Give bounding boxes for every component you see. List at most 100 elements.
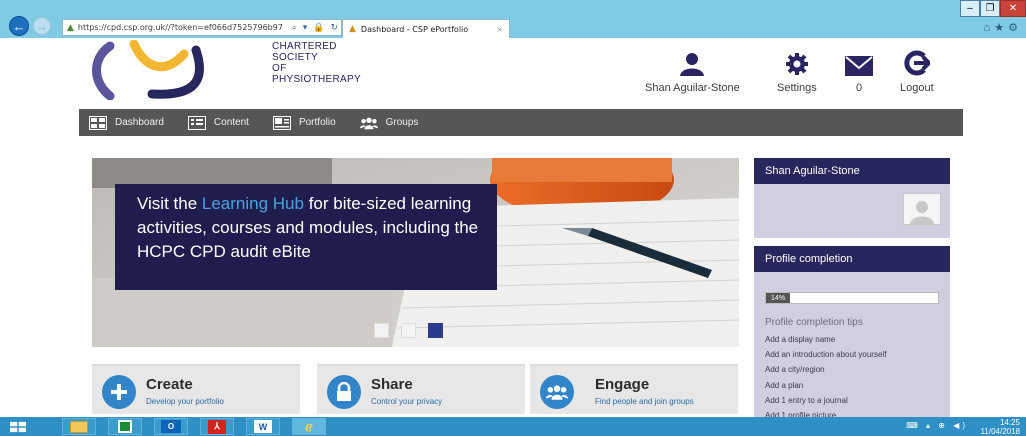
nav-item-groups[interactable]: Groups xyxy=(359,116,419,130)
settings-link[interactable]: Settings xyxy=(777,48,817,94)
tip-item[interactable]: Add 1 entry to a journal xyxy=(765,393,886,408)
back-button[interactable]: ← xyxy=(9,16,29,36)
windows-taskbar: O ⅄ W ℯ ⌨ ▴ ⊕ ◀) 14:25 11/04/2018 xyxy=(0,417,1026,436)
envelope-icon xyxy=(845,48,873,76)
user-panel: Shan Aguilar-Stone xyxy=(754,158,950,238)
content-icon xyxy=(187,115,206,130)
browser-chrome: ← → ▲ https://cpd.csp.org.uk//?token=ef0… xyxy=(0,0,1026,38)
avatar[interactable] xyxy=(903,193,941,225)
clock-time: 14:25 xyxy=(999,418,1020,427)
close-window-button[interactable]: ✕ xyxy=(1000,0,1026,17)
carousel-dot[interactable] xyxy=(374,323,389,338)
folder-icon xyxy=(70,420,88,433)
people-icon xyxy=(540,375,574,409)
plus-icon xyxy=(102,375,136,409)
logout-link[interactable]: Logout xyxy=(900,48,934,94)
tips-list: Add a display name Add an introduction a… xyxy=(765,332,886,423)
network-icon[interactable]: ⊕ xyxy=(938,421,948,430)
tip-item[interactable]: Add a display name xyxy=(765,332,886,347)
carousel-dot[interactable] xyxy=(401,323,416,338)
tip-item[interactable]: Add a plan xyxy=(765,378,886,393)
messages-count: 0 xyxy=(855,82,863,94)
nav-item-portfolio[interactable]: Portfolio xyxy=(272,115,336,130)
groups-icon xyxy=(359,116,378,130)
nav-item-content[interactable]: Content xyxy=(187,115,249,130)
forward-button[interactable]: → xyxy=(33,17,51,35)
card-title: Create xyxy=(146,376,193,393)
gear-icon xyxy=(785,48,809,76)
profile-completion-panel: Profile completion 14% Profile completio… xyxy=(754,246,950,436)
taskbar-clock[interactable]: 14:25 11/04/2018 xyxy=(981,418,1020,436)
nav-item-label: Dashboard xyxy=(115,117,164,128)
word-button[interactable]: W xyxy=(246,418,280,435)
nav-item-label: Groups xyxy=(385,117,419,128)
share-card[interactable]: Share Control your privacy xyxy=(317,364,525,414)
tray-arrow-icon[interactable]: ▴ xyxy=(926,421,933,430)
profile-progress-bar: 14% xyxy=(765,292,939,304)
carousel-indicators xyxy=(374,323,455,338)
org-name-line: CHARTERED xyxy=(272,41,337,52)
tab-close-icon[interactable]: × xyxy=(496,25,503,34)
browser-toolbar-icons: ⌂★⚙ xyxy=(984,21,1022,34)
org-name: CHARTERED SOCIETY OF PHYSIOTHERAPY xyxy=(272,41,361,85)
csp-logo[interactable] xyxy=(88,40,268,100)
nav-item-dashboard[interactable]: Dashboard xyxy=(89,115,164,130)
tips-title: Profile completion tips xyxy=(765,317,863,328)
keyboard-icon[interactable]: ⌨ xyxy=(906,421,921,430)
windows-logo-icon xyxy=(10,421,26,433)
card-subtitle[interactable]: Control your privacy xyxy=(371,397,442,406)
favorites-icon[interactable]: ★ xyxy=(994,22,1008,34)
dropdown-icon[interactable]: ▾ xyxy=(300,23,311,33)
carousel-dot-active[interactable] xyxy=(428,323,443,338)
org-name-line: OF xyxy=(272,63,287,74)
minimize-button[interactable]: – xyxy=(960,0,980,17)
dashboard-icon xyxy=(89,115,107,130)
tip-item[interactable]: Add an introduction about yourself xyxy=(765,347,886,362)
search-icon[interactable]: ⌕ xyxy=(289,23,300,33)
volume-icon[interactable]: ◀) xyxy=(953,421,968,430)
back-arrow-icon: ← xyxy=(12,18,26,34)
org-name-line: SOCIETY xyxy=(272,52,318,63)
tip-item[interactable]: Add a city/region xyxy=(765,362,886,377)
hero-carousel[interactable]: Visit the Learning Hub for bite-sized le… xyxy=(92,158,739,347)
user-name: Shan Aguilar-Stone xyxy=(645,82,740,94)
refresh-icon[interactable]: ↻ xyxy=(327,23,341,33)
start-button[interactable] xyxy=(4,419,32,434)
system-tray[interactable]: ⌨ ▴ ⊕ ◀) xyxy=(906,421,968,430)
acrobat-button[interactable]: ⅄ xyxy=(200,418,234,435)
engage-card[interactable]: Engage Find people and join groups xyxy=(530,364,738,414)
address-url[interactable]: https://cpd.csp.org.uk//?token=ef066d752… xyxy=(78,23,289,32)
acrobat-icon: ⅄ xyxy=(208,419,226,434)
browser-tab[interactable]: ▲ Dashboard - CSP ePortfolio × xyxy=(342,19,510,38)
logout-icon xyxy=(904,48,930,76)
ie-icon: ℯ xyxy=(305,418,313,434)
create-card[interactable]: Create Develop your portfolio xyxy=(92,364,300,414)
store-button[interactable] xyxy=(108,418,142,435)
portfolio-icon xyxy=(272,115,291,130)
outlook-button[interactable]: O xyxy=(154,418,188,435)
clock-date: 11/04/2018 xyxy=(980,427,1020,436)
file-explorer-button[interactable] xyxy=(62,418,96,435)
messages-link[interactable]: 0 xyxy=(845,48,873,94)
user-profile-link[interactable]: Shan Aguilar-Stone xyxy=(645,48,740,94)
learning-hub-link[interactable]: Learning Hub xyxy=(202,194,304,213)
maximize-button[interactable]: ❐ xyxy=(980,0,1000,17)
home-icon[interactable]: ⌂ xyxy=(984,22,995,34)
user-icon xyxy=(679,48,705,76)
card-title: Share xyxy=(371,376,413,393)
profile-progress-fill: 14% xyxy=(766,293,791,303)
logout-label: Logout xyxy=(900,82,934,94)
store-icon xyxy=(118,420,132,433)
address-bar[interactable]: ▲ https://cpd.csp.org.uk//?token=ef066d7… xyxy=(62,19,342,36)
user-panel-title: Shan Aguilar-Stone xyxy=(754,158,950,184)
internet-explorer-button[interactable]: ℯ xyxy=(292,418,326,435)
tab-title: Dashboard - CSP ePortfolio xyxy=(360,24,469,34)
avatar-placeholder-icon xyxy=(910,201,934,224)
tab-favicon-icon: ▲ xyxy=(349,24,356,34)
site-icon: ▲ xyxy=(67,22,74,33)
card-title: Engage xyxy=(595,376,650,393)
card-subtitle[interactable]: Develop your portfolio xyxy=(146,397,224,406)
main-navbar: Dashboard Content Portfolio Groups xyxy=(79,109,963,136)
card-subtitle[interactable]: Find people and join groups xyxy=(595,397,694,406)
tools-gear-icon[interactable]: ⚙ xyxy=(1008,22,1022,34)
